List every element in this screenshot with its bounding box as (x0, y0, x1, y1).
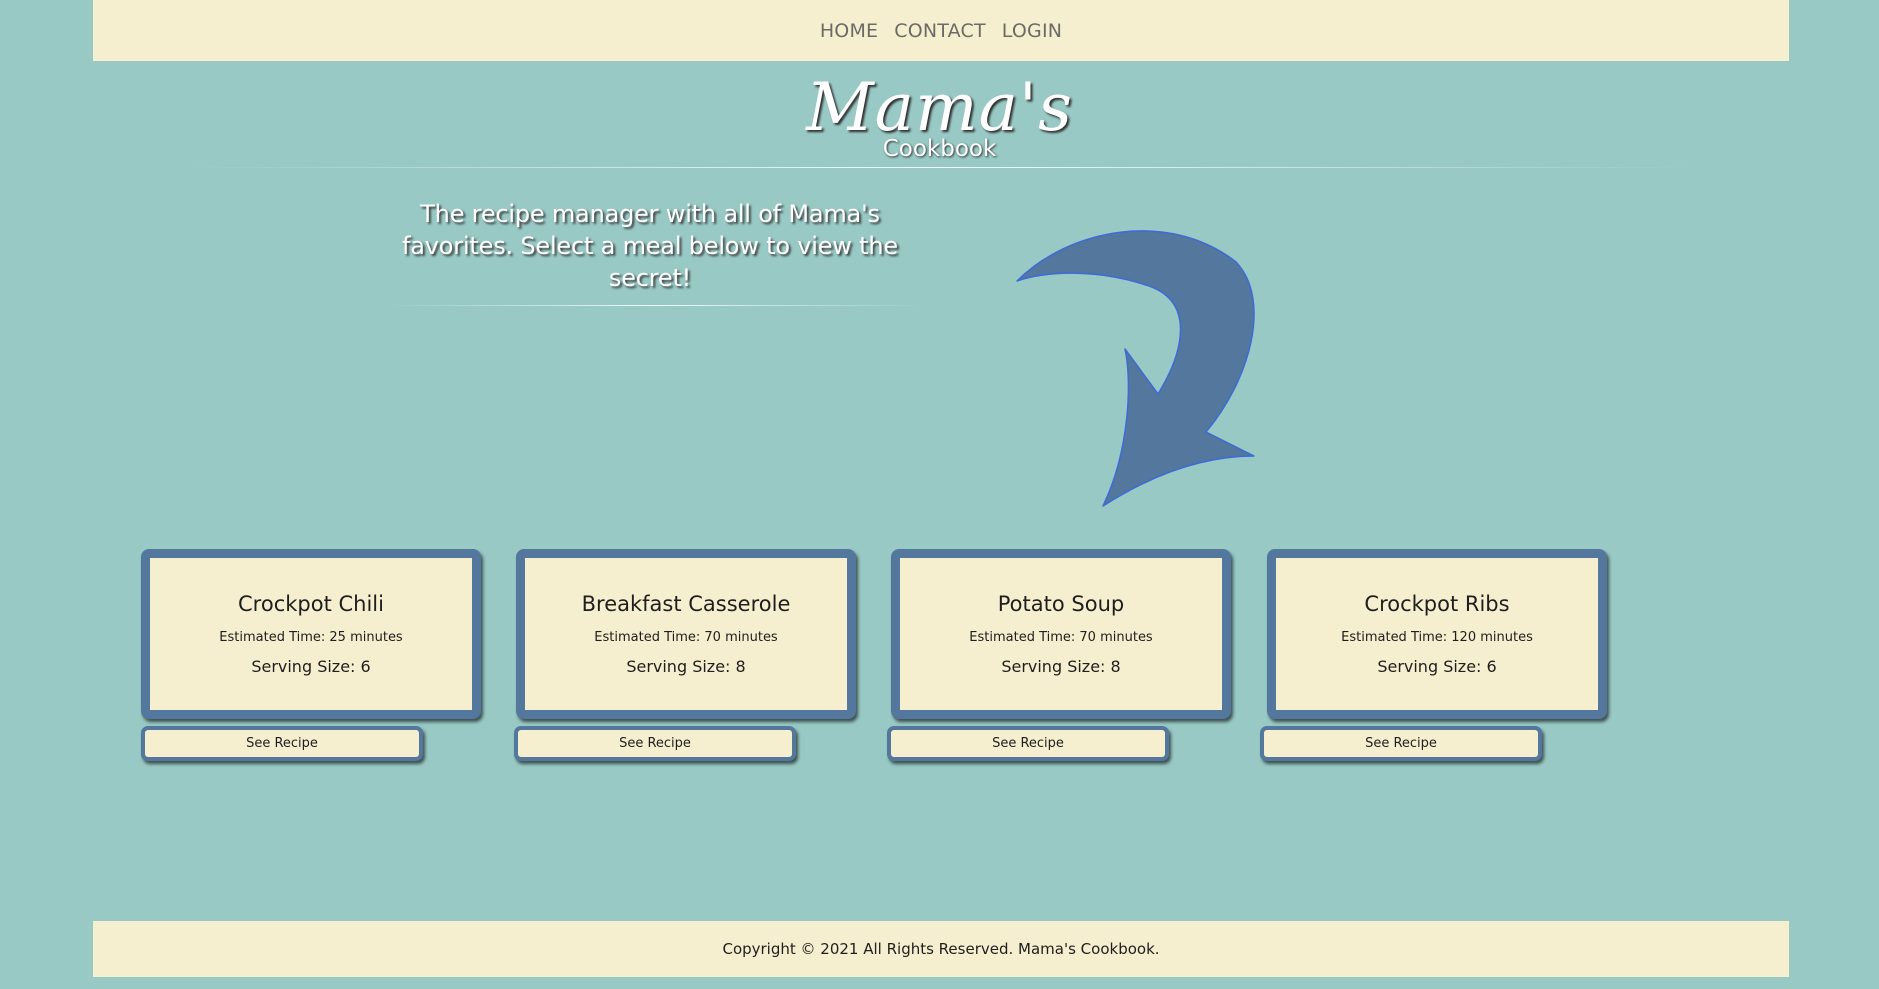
site-logo[interactable]: Mama's Cookbook (0, 69, 1879, 163)
nav-contact-link[interactable]: CONTACT (894, 20, 986, 42)
recipe-card: Breakfast Casserole Estimated Time: 70 m… (516, 549, 856, 719)
recipe-card: Crockpot Ribs Estimated Time: 120 minute… (1267, 549, 1607, 719)
page-tagline: The recipe manager with all of Mama's fa… (402, 200, 898, 292)
copyright-text: Copyright © 2021 All Rights Reserved. Ma… (722, 940, 1160, 958)
recipe-serving-size: Serving Size: 6 (251, 657, 371, 676)
recipe-estimated-time: Estimated Time: 120 minutes (1341, 630, 1533, 645)
recipe-card: Crockpot Chili Estimated Time: 25 minute… (141, 549, 481, 719)
recipe-card: Potato Soup Estimated Time: 70 minutes S… (891, 549, 1231, 719)
recipe-title: Crockpot Chili (238, 592, 384, 616)
curved-arrow-down-icon (1016, 230, 1255, 507)
nav-login-link[interactable]: LOGIN (1002, 20, 1062, 42)
recipe-title: Crockpot Ribs (1364, 592, 1510, 616)
header-divider (185, 167, 1695, 168)
see-recipe-button[interactable]: See Recipe (514, 726, 796, 761)
recipe-serving-size: Serving Size: 6 (1377, 657, 1497, 676)
page: HOME CONTACT LOGIN Mama's Cookbook The r… (0, 0, 1879, 989)
page-footer: Copyright © 2021 All Rights Reserved. Ma… (93, 921, 1789, 977)
see-recipe-button[interactable]: See Recipe (1260, 726, 1542, 761)
recipe-serving-size: Serving Size: 8 (1001, 657, 1121, 676)
recipe-estimated-time: Estimated Time: 25 minutes (219, 630, 403, 645)
recipe-serving-size: Serving Size: 8 (626, 657, 746, 676)
recipe-title: Breakfast Casserole (581, 592, 791, 616)
top-navbar: HOME CONTACT LOGIN (93, 0, 1789, 61)
logo-subtitle: Cookbook (882, 136, 997, 162)
see-recipe-button[interactable]: See Recipe (887, 726, 1169, 761)
tagline-divider (385, 305, 925, 306)
recipe-estimated-time: Estimated Time: 70 minutes (594, 630, 778, 645)
logo-title: Mama's (806, 69, 1073, 146)
recipe-estimated-time: Estimated Time: 70 minutes (969, 630, 1153, 645)
see-recipe-button[interactable]: See Recipe (141, 726, 423, 761)
nav-home-link[interactable]: HOME (820, 20, 878, 42)
recipe-title: Potato Soup (997, 592, 1125, 616)
